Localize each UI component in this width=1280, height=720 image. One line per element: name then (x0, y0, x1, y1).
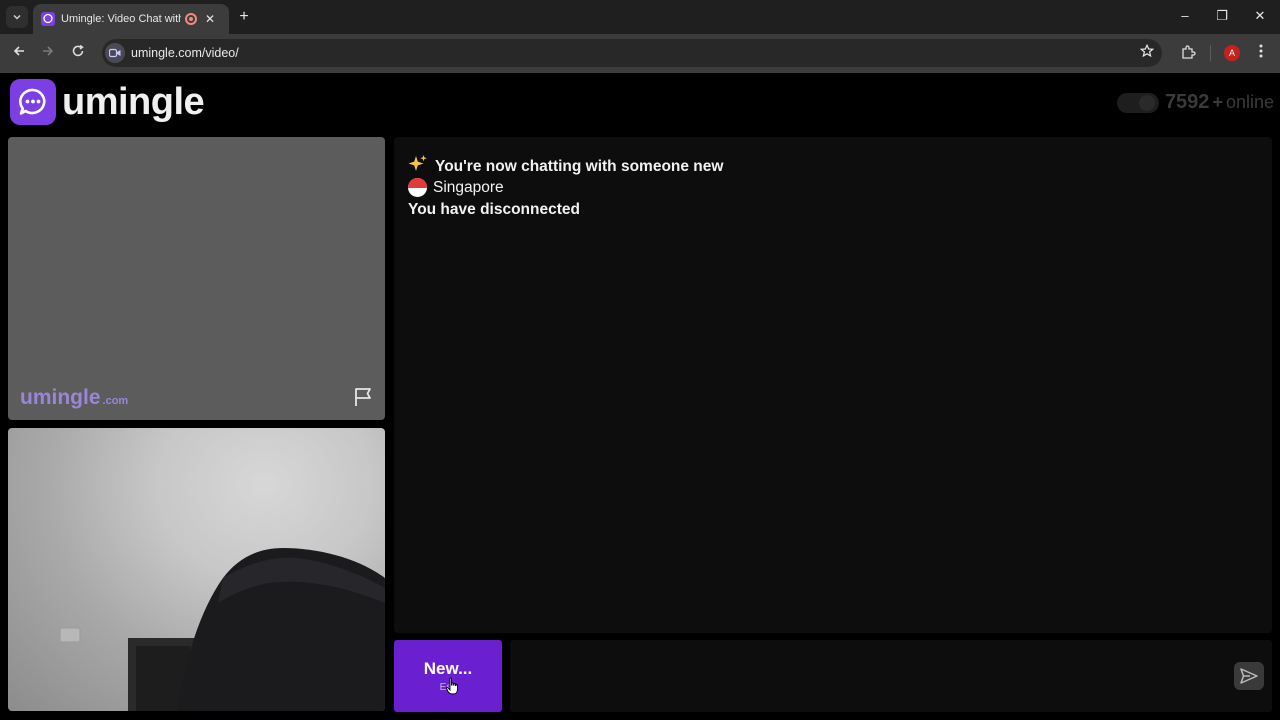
minimize-button[interactable]: – (1177, 8, 1193, 23)
arrow-right-icon (43, 46, 54, 56)
camera-feed-image (59, 548, 385, 711)
hand-cursor-icon (446, 677, 458, 695)
report-flag-button[interactable] (353, 386, 375, 408)
local-camera-video (8, 428, 385, 711)
profile-avatar[interactable]: A (1224, 45, 1240, 61)
extensions-puzzle-icon[interactable] (1180, 44, 1196, 65)
url-text: umingle.com/video/ (131, 46, 239, 60)
arrow-left-icon (13, 46, 24, 56)
theme-toggle[interactable] (1116, 92, 1159, 113)
chat-message-text: You have disconnected (408, 201, 580, 218)
forward-button[interactable] (39, 44, 57, 62)
chat-message: Singapore (408, 178, 504, 197)
singapore-flag-icon (408, 178, 427, 197)
online-label: online (1225, 92, 1274, 112)
chat-message-text: Singapore (433, 178, 504, 196)
back-button[interactable] (10, 44, 28, 62)
logo-text: umingle (62, 80, 205, 123)
chat-log: You're now chatting with someone new Sin… (394, 137, 1272, 633)
browser-tab[interactable]: Umingle: Video Chat with Strangers ✕ (33, 4, 229, 34)
new-chat-button[interactable]: New... Esc (394, 640, 502, 712)
online-plus: + (1212, 92, 1223, 112)
video-watermark: umingle .com (20, 386, 128, 410)
watermark-domain: .com (102, 395, 129, 407)
site-info-icon[interactable] (105, 43, 125, 63)
tab-search-button[interactable] (6, 6, 28, 28)
page: umingle 7592 + online umingle .com You'r… (0, 73, 1280, 720)
sparkle-icon (408, 154, 428, 179)
bookmark-star-icon[interactable] (1139, 43, 1155, 61)
new-button-label: New... (423, 659, 473, 678)
remote-video: umingle .com (8, 137, 385, 420)
watermark-text: umingle (20, 386, 101, 409)
message-input[interactable] (510, 640, 1272, 712)
recording-indicator-icon (185, 13, 197, 25)
address-bar[interactable]: umingle.com/video/ (102, 39, 1162, 67)
online-count: 7592 (1164, 91, 1210, 113)
close-window-button[interactable]: ✕ (1252, 8, 1268, 24)
chat-bubble-logo-icon (10, 79, 56, 125)
tab-title: Umingle: Video Chat with Strangers (61, 13, 181, 25)
reload-button[interactable] (69, 44, 87, 62)
restore-button[interactable]: ❐ (1214, 8, 1230, 24)
chat-message: You have disconnected (408, 201, 580, 219)
chat-message-text: You're now chatting with someone new (435, 157, 724, 175)
online-counter: 7592 + online (1116, 91, 1274, 114)
chat-message: You're now chatting with someone new (408, 154, 723, 179)
send-button[interactable] (1234, 662, 1264, 690)
browser-menu-icon[interactable] (1254, 44, 1268, 61)
chevron-down-icon (13, 14, 21, 20)
browser-toolbar: umingle.com/video/ (0, 34, 1280, 73)
site-logo[interactable]: umingle (10, 79, 205, 125)
browser-tabstrip: Umingle: Video Chat with Strangers ✕ + –… (0, 0, 1280, 34)
tab-close-button[interactable]: ✕ (205, 12, 215, 26)
umingle-favicon-icon (41, 12, 55, 26)
toolbar-separator (1210, 45, 1211, 61)
new-tab-button[interactable]: + (236, 8, 252, 26)
flag-icon (355, 388, 371, 406)
reload-icon (72, 44, 84, 57)
send-arrow-icon (1240, 668, 1258, 684)
